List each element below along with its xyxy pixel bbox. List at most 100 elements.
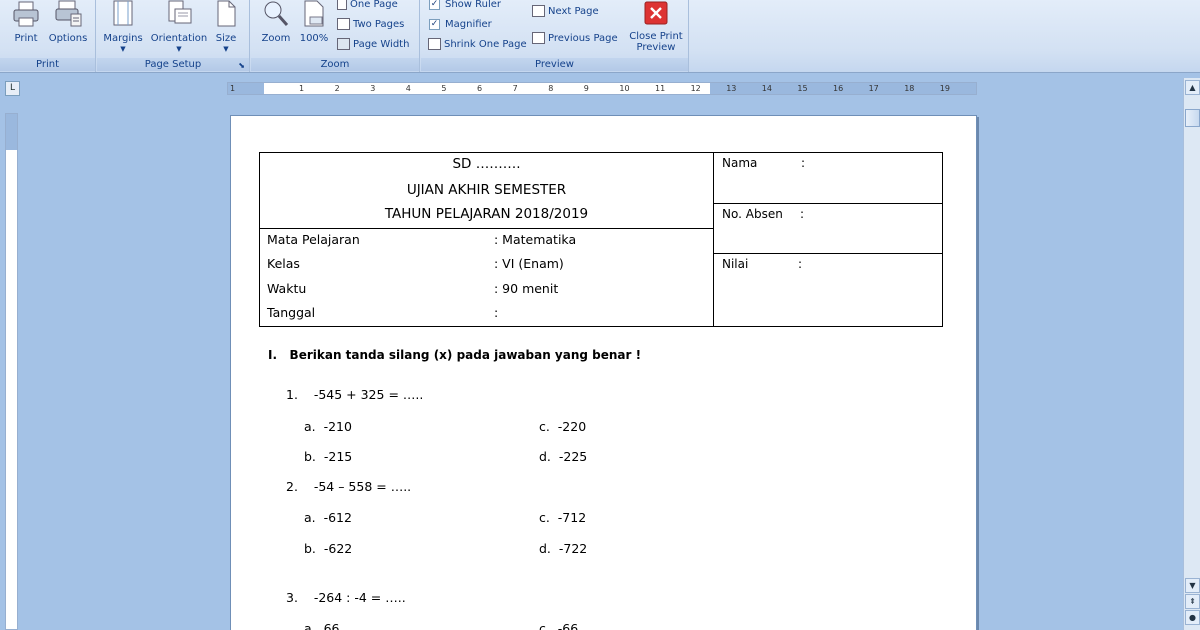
next-page-icon bbox=[532, 5, 545, 17]
vertical-ruler[interactable] bbox=[5, 113, 18, 630]
size-button[interactable]: Size ▼ bbox=[204, 0, 248, 53]
ruler-number: 12 bbox=[690, 84, 701, 93]
tab-selector[interactable]: L bbox=[5, 81, 20, 96]
horizontal-ruler[interactable]: 1 1 2 3 4 5 6 7 8 9 10 11 12 13 14 15 16 17 18 19 bbox=[227, 82, 977, 95]
score-colon: : bbox=[798, 257, 803, 271]
chevron-down-icon: ▼ bbox=[176, 45, 182, 53]
options-icon bbox=[55, 0, 82, 27]
preview-group-label: Preview bbox=[421, 58, 688, 71]
dialog-launcher-icon[interactable]: ⬊ bbox=[238, 61, 245, 70]
info-value: : 90 menit bbox=[494, 281, 559, 296]
select-browse-object-icon[interactable]: ● bbox=[1185, 610, 1200, 625]
ruler-number: 9 bbox=[583, 84, 589, 93]
scroll-down-icon[interactable]: ▼ bbox=[1185, 578, 1200, 593]
option-c: c. -66 bbox=[539, 621, 579, 630]
ruler-number: 1 bbox=[230, 84, 236, 93]
question-2: 2. -54 – 558 = ….. bbox=[286, 479, 412, 494]
magnifier-icon bbox=[264, 1, 289, 26]
checkmark-icon: ✓ bbox=[429, 0, 440, 10]
ruler-number: 18 bbox=[904, 84, 915, 93]
page-width-icon bbox=[337, 38, 350, 50]
page-size-icon bbox=[217, 0, 236, 27]
ruler-number: 14 bbox=[761, 84, 772, 93]
close-print-preview-button[interactable]: Close Print Preview bbox=[626, 0, 686, 53]
academic-year: TAHUN PELAJARAN 2018/2019 bbox=[384, 206, 589, 222]
ruler-number: 15 bbox=[797, 84, 808, 93]
option-b: b. -622 bbox=[304, 541, 353, 556]
orientation-icon bbox=[168, 0, 192, 24]
page-width-button[interactable]: Page Width bbox=[337, 36, 409, 54]
chevron-down-icon: ▼ bbox=[120, 45, 126, 53]
ribbon: Print Options Print Margins ▼ Orientatio… bbox=[0, 0, 1200, 73]
vertical-scrollbar[interactable]: ▲ ▼ ⇞ ● bbox=[1183, 78, 1200, 630]
printer-icon bbox=[13, 1, 39, 27]
header-table: SD ………. UJIAN AKHIR SEMESTER TAHUN PELAJ… bbox=[259, 152, 943, 327]
two-pages-icon bbox=[337, 18, 350, 30]
page-setup-group-label: Page Setup bbox=[97, 58, 249, 71]
zoom-group: Zoom 100% One Page Two Pages Page Width … bbox=[251, 0, 420, 72]
ruler-number: 11 bbox=[655, 84, 666, 93]
orientation-button[interactable]: Orientation ▼ bbox=[149, 0, 209, 53]
name-colon: : bbox=[801, 156, 806, 170]
school-name: SD ………. bbox=[452, 156, 521, 172]
chevron-down-icon: ▼ bbox=[223, 45, 229, 53]
top-margin-marker bbox=[6, 114, 17, 150]
ruler-number: 5 bbox=[441, 84, 447, 93]
scrollbar-thumb[interactable] bbox=[1185, 109, 1200, 127]
info-value: : Matematika bbox=[494, 232, 577, 247]
ruler-number: 4 bbox=[405, 84, 411, 93]
option-a: a. -210 bbox=[304, 419, 352, 434]
ruler-number: 6 bbox=[477, 84, 483, 93]
shrink-one-page-button[interactable]: Shrink One Page bbox=[428, 36, 527, 54]
info-value: : bbox=[494, 305, 499, 320]
info-value: : VI (Enam) bbox=[494, 256, 564, 271]
ruler-number: 10 bbox=[619, 84, 630, 93]
previous-page-browse-icon[interactable]: ⇞ bbox=[1185, 594, 1200, 609]
magnifier-checkbox[interactable]: ✓ Magnifier bbox=[429, 16, 492, 34]
two-pages-button[interactable]: Two Pages bbox=[337, 16, 404, 34]
option-a: a. -612 bbox=[304, 510, 352, 525]
absen-label: No. Absen bbox=[722, 207, 783, 221]
option-c: c. -220 bbox=[539, 419, 587, 434]
info-label: Tanggal bbox=[267, 305, 316, 320]
ruler-number: 8 bbox=[548, 84, 554, 93]
ruler-number: 3 bbox=[370, 84, 376, 93]
checkmark-icon: ✓ bbox=[429, 18, 440, 30]
option-c: c. -712 bbox=[539, 510, 587, 525]
ruler-number: 1 bbox=[299, 84, 305, 93]
info-label: Mata Pelajaran bbox=[267, 232, 360, 247]
question-1: 1. -545 + 325 = ….. bbox=[286, 387, 424, 402]
print-group: Print Options Print bbox=[0, 0, 96, 72]
scroll-up-icon[interactable]: ▲ bbox=[1185, 80, 1200, 95]
page-setup-group: Margins ▼ Orientation ▼ Size ▼ Page Setu… bbox=[97, 0, 250, 72]
score-label: Nilai bbox=[722, 257, 749, 271]
one-page-icon bbox=[337, 0, 347, 10]
shrink-page-icon bbox=[428, 38, 441, 50]
ruler-number: 2 bbox=[334, 84, 340, 93]
question-3: 3. -264 : -4 = ….. bbox=[286, 590, 406, 605]
ruler-number: 17 bbox=[868, 84, 879, 93]
print-group-label: Print bbox=[0, 58, 95, 71]
ruler-number: 7 bbox=[512, 84, 518, 93]
print-button[interactable]: Print bbox=[4, 0, 48, 45]
zoom-100-button[interactable]: 100% bbox=[292, 0, 336, 45]
section-title: I. Berikan tanda silang (x) pada jawaban… bbox=[268, 348, 642, 362]
margins-icon bbox=[113, 0, 133, 26]
info-label: Waktu bbox=[267, 281, 307, 296]
ruler-number: 19 bbox=[939, 84, 950, 93]
preview-group: ✓ Show Ruler ✓ Magnifier Shrink One Page N… bbox=[421, 0, 689, 72]
ruler-number: 13 bbox=[726, 84, 737, 93]
close-icon bbox=[644, 1, 668, 25]
ruler-number: 16 bbox=[833, 84, 844, 93]
next-page-button[interactable]: Next Page bbox=[532, 3, 599, 21]
option-b: b. -215 bbox=[304, 449, 353, 464]
options-button[interactable]: Options bbox=[46, 0, 90, 45]
one-page-button[interactable]: One Page bbox=[337, 0, 398, 14]
document-page[interactable]: SD ………. UJIAN AKHIR SEMESTER TAHUN PELAJ… bbox=[230, 115, 977, 630]
previous-page-icon bbox=[532, 32, 545, 44]
ruler-numbers: 1 1 2 3 4 5 6 7 8 9 10 11 12 13 14 15 16 17 18 19 bbox=[228, 83, 976, 94]
zoom-group-label: Zoom bbox=[251, 58, 419, 71]
show-ruler-checkbox[interactable]: ✓ Show Ruler bbox=[429, 0, 501, 14]
previous-page-button[interactable]: Previous Page bbox=[532, 30, 618, 48]
margins-button[interactable]: Margins ▼ bbox=[101, 0, 145, 53]
